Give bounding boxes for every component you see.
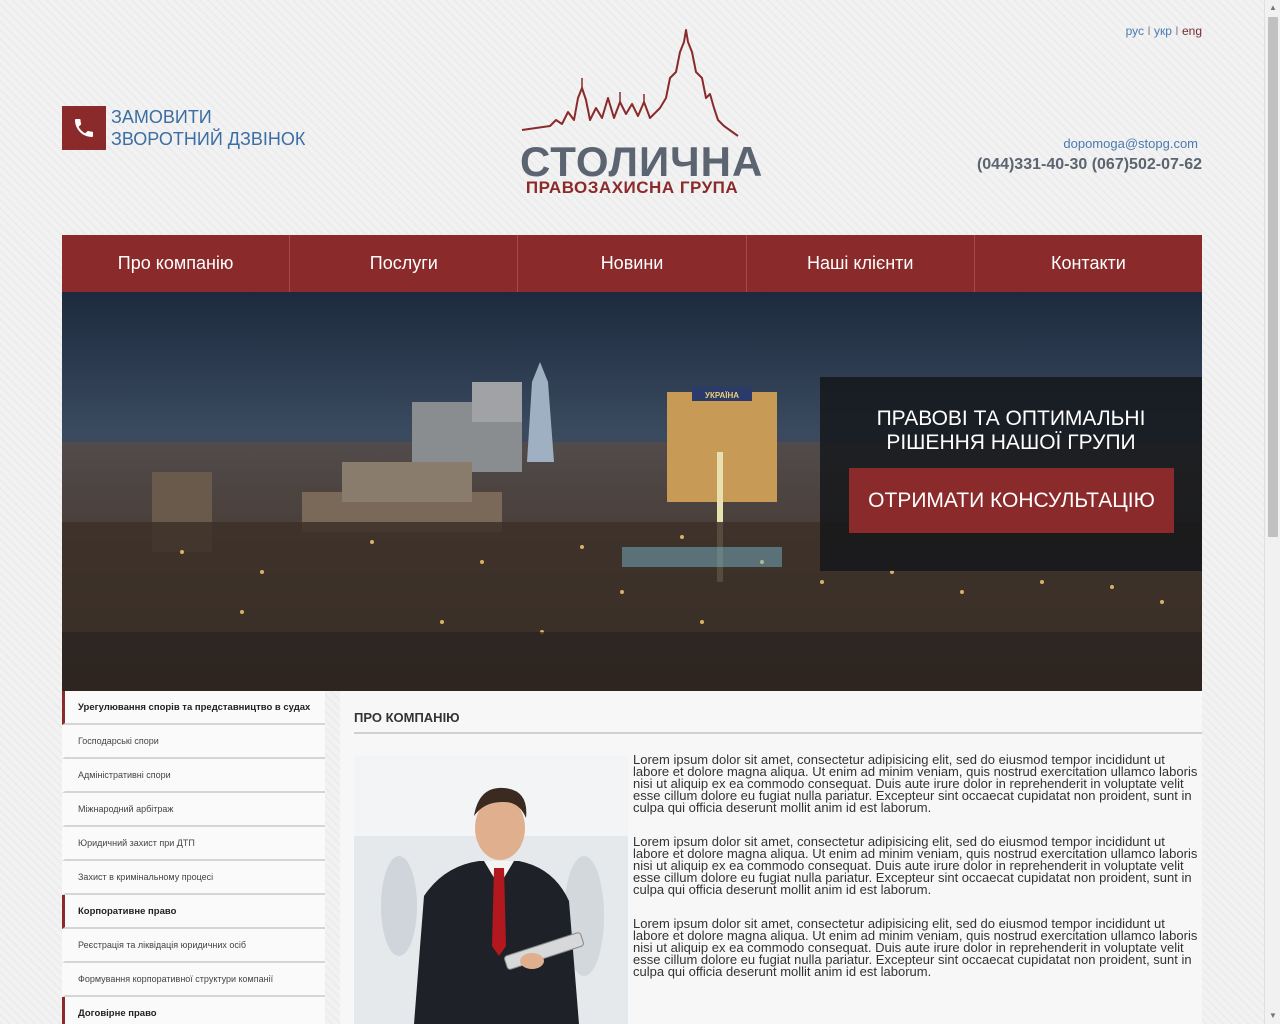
callback-request[interactable]: Замовити зворотний дзвінок [62, 106, 305, 150]
lang-separator: I [1175, 24, 1179, 38]
sidebar-item[interactable]: Захист в кримінальному процесі [62, 861, 325, 895]
about-paragraph: Lorem ipsum dolor sit amet, consectetur … [633, 752, 1198, 815]
ukraine-sign: УКРАЇНА [705, 391, 739, 400]
hero-title: Правові та оптимальні рішення нашої груп… [820, 407, 1202, 455]
language-switcher: рус I укр I eng [1126, 24, 1202, 38]
callback-line2[interactable]: зворотний дзвінок [111, 128, 305, 150]
section-title: ПРО КОМПАНІЮ [354, 710, 460, 725]
lang-en-link[interactable]: eng [1182, 24, 1202, 38]
sidebar-item[interactable]: Договірне право [62, 997, 325, 1024]
nav-item-services[interactable]: Послуги [290, 235, 519, 292]
sidebar-item[interactable]: Корпоративне право [62, 895, 325, 929]
sidebar-item[interactable]: Міжнародний арбітраж [62, 793, 325, 827]
scroll-down-arrow-icon[interactable]: ▼ [1265, 1008, 1280, 1024]
main-content: ПРО КОМПАНІЮ Lorem ipsum dolor sit amet,… [340, 691, 1202, 1024]
scroll-thumb[interactable] [1268, 17, 1278, 537]
sidebar-item[interactable]: Юридичний захист при ДТП [62, 827, 325, 861]
sidebar-item[interactable]: Адміністративні спори [62, 759, 325, 793]
title-divider [354, 732, 1202, 734]
lang-ru-link[interactable]: рус [1126, 24, 1144, 38]
email-link[interactable]: dopomoga@stopg.com [1063, 136, 1198, 151]
hero-overlay-panel: Правові та оптимальні рішення нашої груп… [820, 377, 1202, 571]
logo-subtitle: ПРАВОЗАХИСНА ГРУПА [525, 178, 739, 197]
page-scrollbar[interactable]: ▲ ▼ [1264, 0, 1280, 1024]
hero-banner: УКРАЇНА Правові та оптимальні рішення на… [62, 292, 1202, 691]
about-text: Lorem ipsum dolor sit amet, consectetur … [633, 752, 1202, 1000]
callback-text[interactable]: Замовити зворотний дзвінок [111, 106, 305, 150]
lang-uk-link[interactable]: укр [1154, 24, 1172, 38]
kyiv-skyline-logo-icon [521, 29, 739, 137]
about-paragraph: Lorem ipsum dolor sit amet, consectetur … [633, 834, 1198, 897]
nav-item-news[interactable]: Новини [518, 235, 747, 292]
about-paragraph: Lorem ipsum dolor sit amet, consectetur … [633, 916, 1198, 979]
scroll-up-arrow-icon[interactable]: ▲ [1265, 0, 1280, 16]
site-logo[interactable]: СТОЛИЧНА ПРАВОЗАХИСНА ГРУПА [520, 28, 762, 203]
callback-line1[interactable]: Замовити [111, 106, 305, 128]
sidebar-item[interactable]: Урегулювання спорів та представництво в … [62, 691, 325, 725]
nav-item-about[interactable]: Про компанію [62, 235, 291, 292]
services-sidebar: Урегулювання спорів та представництво в … [62, 691, 325, 1024]
nav-item-contacts[interactable]: Контакти [975, 235, 1202, 292]
nav-item-clients[interactable]: Наші клієнти [747, 235, 975, 292]
main-navigation: Про компанію Послуги Новини Наші клієнти… [62, 235, 1202, 292]
businessman-photo [354, 756, 628, 1024]
hero-title-line2: рішення нашої групи [886, 431, 1136, 454]
sidebar-item[interactable]: Реєстрація та ліквідація юридичних осіб [62, 929, 325, 963]
sidebar-item[interactable]: Формування корпоративної структури компа… [62, 963, 325, 997]
sidebar-item[interactable]: Господарські спори [62, 725, 325, 759]
get-consultation-button[interactable]: Отримати консультацію [849, 468, 1174, 533]
hero-title-line1: Правові та оптимальні [876, 407, 1146, 430]
page: рус I укр I eng Замовити зворотний дзвін… [0, 0, 1264, 1024]
lang-separator: I [1147, 24, 1151, 38]
phone-numbers: (044)331-40-30 (067)502-07-62 [976, 156, 1202, 173]
phone-icon[interactable] [62, 106, 106, 150]
